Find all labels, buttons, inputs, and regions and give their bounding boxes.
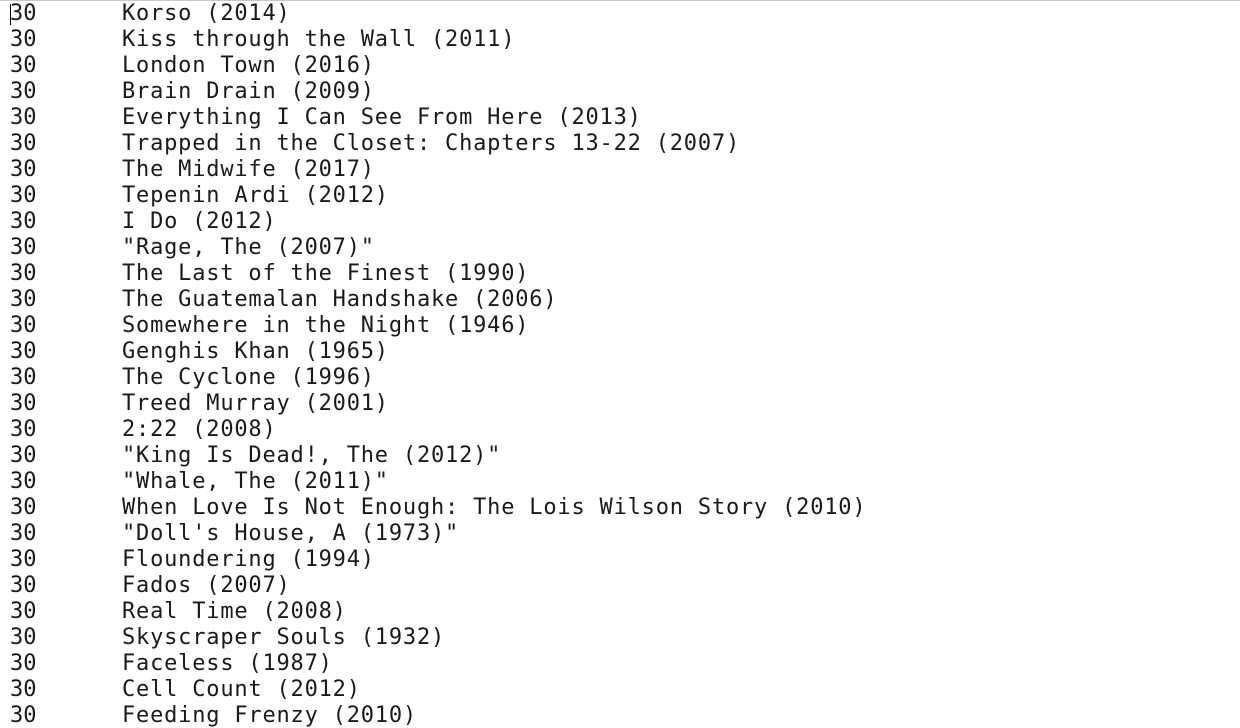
text-line[interactable]: 30 Skyscraper Souls (1932) bbox=[0, 625, 1240, 651]
movie-title: Genghis Khan (1965) bbox=[122, 339, 389, 364]
count-value: 30 bbox=[10, 677, 37, 702]
movie-title: Treed Murray (2001) bbox=[122, 391, 389, 416]
text-line[interactable]: 30 London Town (2016) bbox=[0, 53, 1240, 79]
movie-title: Floundering (1994) bbox=[122, 547, 375, 572]
movie-title: I Do (2012) bbox=[122, 209, 277, 234]
text-line[interactable]: 30 Fados (2007) bbox=[0, 573, 1240, 599]
count-value: 30 bbox=[10, 625, 37, 650]
text-line[interactable]: 30 Kiss through the Wall (2011) bbox=[0, 27, 1240, 53]
movie-title: Faceless (1987) bbox=[122, 651, 333, 676]
count-value: 30 bbox=[10, 1, 37, 26]
text-line[interactable]: 30 "Rage, The (2007)" bbox=[0, 235, 1240, 261]
text-line[interactable]: 30 Tepenin Ardi (2012) bbox=[0, 183, 1240, 209]
text-line[interactable]: 30 The Midwife (2017) bbox=[0, 157, 1240, 183]
count-value: 30 bbox=[10, 157, 37, 182]
movie-title: Brain Drain (2009) bbox=[122, 79, 375, 104]
movie-title: London Town (2016) bbox=[122, 53, 375, 78]
movie-title: "Rage, The (2007)" bbox=[122, 235, 375, 260]
text-line[interactable]: 30 Faceless (1987) bbox=[0, 651, 1240, 677]
count-value: 30 bbox=[10, 651, 37, 676]
movie-title: "Doll's House, A (1973)" bbox=[122, 521, 460, 546]
count-value: 30 bbox=[10, 183, 37, 208]
movie-title: "Whale, The (2011)" bbox=[122, 469, 389, 494]
count-value: 30 bbox=[10, 703, 37, 728]
count-value: 30 bbox=[10, 287, 37, 312]
count-value: 30 bbox=[10, 261, 37, 286]
movie-title: The Midwife (2017) bbox=[122, 157, 375, 182]
count-value: 30 bbox=[10, 339, 37, 364]
movie-title: Skyscraper Souls (1932) bbox=[122, 625, 446, 650]
text-line[interactable]: 30 Floundering (1994) bbox=[0, 547, 1240, 573]
text-line[interactable]: 30 When Love Is Not Enough: The Lois Wils… bbox=[0, 495, 1240, 521]
text-line[interactable]: 30 "King Is Dead!, The (2012)" bbox=[0, 443, 1240, 469]
text-line[interactable]: 30 "Whale, The (2011)" bbox=[0, 469, 1240, 495]
count-value: 30 bbox=[10, 573, 37, 598]
movie-title: Cell Count (2012) bbox=[122, 677, 361, 702]
text-line[interactable]: 30 Genghis Khan (1965) bbox=[0, 339, 1240, 365]
movie-title: Kiss through the Wall (2011) bbox=[122, 27, 516, 52]
movie-title: Real Time (2008) bbox=[122, 599, 347, 624]
count-value: 30 bbox=[10, 599, 37, 624]
text-line[interactable]: 30 The Cyclone (1996) bbox=[0, 365, 1240, 391]
count-value: 30 bbox=[10, 391, 37, 416]
count-value: 30 bbox=[10, 235, 37, 260]
text-line[interactable]: 30 2:22 (2008) bbox=[0, 417, 1240, 443]
text-line[interactable]: 30 Feeding Frenzy (2010) bbox=[0, 703, 1240, 728]
count-value: 30 bbox=[10, 443, 37, 468]
text-line[interactable]: 30 Cell Count (2012) bbox=[0, 677, 1240, 703]
movie-title: 2:22 (2008) bbox=[122, 417, 277, 442]
movie-title: Korso (2014) bbox=[122, 1, 291, 26]
movie-title: Feeding Frenzy (2010) bbox=[122, 703, 417, 728]
text-line[interactable]: 30 I Do (2012) bbox=[0, 209, 1240, 235]
movie-title: Tepenin Ardi (2012) bbox=[122, 183, 389, 208]
text-line[interactable]: 30 The Last of the Finest (1990) bbox=[0, 261, 1240, 287]
count-value: 30 bbox=[10, 53, 37, 78]
text-line[interactable]: 30 Trapped in the Closet: Chapters 13-22 … bbox=[0, 131, 1240, 157]
count-value: 30 bbox=[10, 79, 37, 104]
text-line[interactable]: 30 Treed Murray (2001) bbox=[0, 391, 1240, 417]
count-value: 30 bbox=[10, 521, 37, 546]
movie-title: Trapped in the Closet: Chapters 13-22 (2… bbox=[122, 131, 740, 156]
text-content-area[interactable]: 30 Korso (2014) 30 Kiss through the Wall (2… bbox=[0, 1, 1240, 728]
text-line[interactable]: 30 The Guatemalan Handshake (2006) bbox=[0, 287, 1240, 313]
count-value: 30 bbox=[10, 547, 37, 572]
text-editor[interactable]: 30 Korso (2014) 30 Kiss through the Wall (2… bbox=[0, 0, 1240, 728]
movie-title: The Cyclone (1996) bbox=[122, 365, 375, 390]
movie-title: When Love Is Not Enough: The Lois Wilson… bbox=[122, 495, 867, 520]
text-line[interactable]: 30 "Doll's House, A (1973)" bbox=[0, 521, 1240, 547]
count-value: 30 bbox=[10, 105, 37, 130]
count-value: 30 bbox=[10, 27, 37, 52]
movie-title: Fados (2007) bbox=[122, 573, 291, 598]
count-value: 30 bbox=[10, 209, 37, 234]
movie-title: The Guatemalan Handshake (2006) bbox=[122, 287, 558, 312]
count-value: 30 bbox=[10, 313, 37, 338]
movie-title: Somewhere in the Night (1946) bbox=[122, 313, 530, 338]
count-value: 30 bbox=[10, 469, 37, 494]
text-line[interactable]: 30 Somewhere in the Night (1946) bbox=[0, 313, 1240, 339]
text-caret bbox=[10, 4, 11, 25]
count-value: 30 bbox=[10, 131, 37, 156]
text-line[interactable]: 30 Real Time (2008) bbox=[0, 599, 1240, 625]
movie-title: Everything I Can See From Here (2013) bbox=[122, 105, 642, 130]
text-line[interactable]: 30 Brain Drain (2009) bbox=[0, 79, 1240, 105]
movie-title: "King Is Dead!, The (2012)" bbox=[122, 443, 502, 468]
text-line[interactable]: 30 Everything I Can See From Here (2013) bbox=[0, 105, 1240, 131]
text-line[interactable]: 30 Korso (2014) bbox=[0, 1, 1240, 27]
count-value: 30 bbox=[10, 417, 37, 442]
count-value: 30 bbox=[10, 365, 37, 390]
movie-title: The Last of the Finest (1990) bbox=[122, 261, 530, 286]
count-value: 30 bbox=[10, 495, 37, 520]
